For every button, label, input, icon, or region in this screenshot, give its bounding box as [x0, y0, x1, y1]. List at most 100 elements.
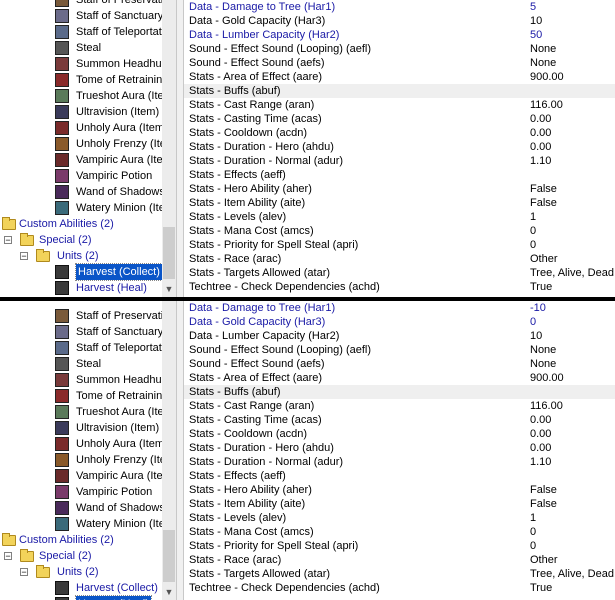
field-value[interactable]: 0: [530, 238, 536, 252]
tree-item[interactable]: Watery Minion (Item): [0, 200, 162, 216]
field-row[interactable]: Stats - Cast Range (aran) 116.00: [184, 399, 615, 413]
field-value[interactable]: None: [530, 357, 556, 371]
tree-folder-special[interactable]: − Special (2): [0, 232, 162, 248]
field-value[interactable]: 50: [530, 28, 542, 42]
field-value[interactable]: 1.10: [530, 154, 551, 168]
field-row[interactable]: Stats - Duration - Hero (ahdu) 0.00: [184, 441, 615, 455]
field-row[interactable]: Stats - Cooldown (acdn) 0.00: [184, 427, 615, 441]
scroll-down-icon[interactable]: ▼: [162, 281, 176, 297]
scroll-down-icon[interactable]: ▼: [162, 584, 176, 600]
field-value[interactable]: 0: [530, 315, 536, 329]
field-row[interactable]: Stats - Cooldown (acdn) 0.00: [184, 126, 615, 140]
tree-item[interactable]: Watery Minion (Item): [0, 516, 162, 532]
field-row[interactable]: Stats - Mana Cost (amcs) 0: [184, 224, 615, 238]
field-row[interactable]: Stats - Priority for Spell Steal (apri) 0: [184, 539, 615, 553]
field-value[interactable]: Other: [530, 553, 558, 567]
field-value[interactable]: 10: [530, 329, 542, 343]
tree-item-harvest-heal[interactable]: Harvest (Heal): [0, 595, 162, 600]
tree-item[interactable]: Trueshot Aura (Item): [0, 404, 162, 420]
tree-item[interactable]: Staff of Preservation: [0, 0, 162, 8]
tree-item[interactable]: Unholy Frenzy (Item): [0, 452, 162, 468]
field-row[interactable]: Sound - Effect Sound (Looping) (aefl) Non…: [184, 42, 615, 56]
tree-item[interactable]: Staff of Sanctuary: [0, 324, 162, 340]
field-row[interactable]: Stats - Targets Allowed (atar) Tree, Aliv…: [184, 567, 615, 581]
tree-item[interactable]: Wand of Shadowsight: [0, 500, 162, 516]
field-value[interactable]: 0.00: [530, 427, 551, 441]
field-value[interactable]: 10: [530, 14, 542, 28]
tree-scrollbar[interactable]: ▼: [162, 0, 176, 297]
field-row[interactable]: Sound - Effect Sound (Looping) (aefl) Non…: [184, 343, 615, 357]
tree-item[interactable]: Vampiric Aura (Item): [0, 468, 162, 484]
tree-folder-units[interactable]: − Units (2): [0, 248, 162, 264]
field-value[interactable]: 1: [530, 511, 536, 525]
field-value[interactable]: 0.00: [530, 140, 551, 154]
tree-item[interactable]: Summon Headhunter: [0, 372, 162, 388]
field-row[interactable]: Stats - Buffs (abuf): [184, 385, 615, 399]
field-row[interactable]: Stats - Race (arac) Other: [184, 252, 615, 266]
field-value[interactable]: True: [530, 581, 552, 595]
scroll-thumb[interactable]: [163, 530, 175, 582]
field-row[interactable]: Stats - Levels (alev) 1: [184, 210, 615, 224]
tree-item[interactable]: Staff of Sanctuary: [0, 8, 162, 24]
field-row[interactable]: Stats - Item Ability (aite) False: [184, 497, 615, 511]
tree-item[interactable]: Unholy Frenzy (Item): [0, 136, 162, 152]
field-row[interactable]: Stats - Levels (alev) 1: [184, 511, 615, 525]
tree-item[interactable]: Unholy Aura (Item): [0, 436, 162, 452]
tree-folder-custom-abilities[interactable]: Custom Abilities (2): [0, 532, 162, 548]
field-row[interactable]: Sound - Effect Sound (aefs) None: [184, 357, 615, 371]
field-row[interactable]: Data - Gold Capacity (Har3) 0: [184, 315, 615, 329]
field-row[interactable]: Sound - Effect Sound (aefs) None: [184, 56, 615, 70]
scroll-thumb[interactable]: [163, 227, 175, 279]
field-row[interactable]: Stats - Effects (aeff): [184, 469, 615, 483]
field-value[interactable]: 5: [530, 0, 536, 14]
object-tree[interactable]: Staff of Preservation Staff of Sanctuary S…: [0, 301, 162, 600]
field-row[interactable]: Stats - Effects (aeff): [184, 168, 615, 182]
field-row[interactable]: Stats - Area of Effect (aare) 900.00: [184, 70, 615, 84]
field-row[interactable]: Stats - Duration - Normal (adur) 1.10: [184, 154, 615, 168]
tree-item[interactable]: Staff of Teleportation: [0, 340, 162, 356]
pane-splitter[interactable]: [176, 301, 184, 600]
field-value[interactable]: 900.00: [530, 371, 564, 385]
field-row[interactable]: Stats - Buffs (abuf): [184, 84, 615, 98]
tree-folder-custom-abilities[interactable]: Custom Abilities (2): [0, 216, 162, 232]
field-value[interactable]: False: [530, 497, 557, 511]
field-row[interactable]: Data - Gold Capacity (Har3) 10: [184, 14, 615, 28]
field-value[interactable]: 0.00: [530, 413, 551, 427]
collapse-toggle-icon[interactable]: −: [20, 252, 28, 261]
field-row[interactable]: Stats - Duration - Normal (adur) 1.10: [184, 455, 615, 469]
field-value[interactable]: 1.10: [530, 455, 551, 469]
tree-folder-special[interactable]: − Special (2): [0, 548, 162, 564]
tree-item[interactable]: Trueshot Aura (Item): [0, 88, 162, 104]
field-value[interactable]: 0: [530, 224, 536, 238]
collapse-toggle-icon[interactable]: −: [4, 552, 12, 561]
tree-item-harvest-heal[interactable]: Harvest (Heal): [0, 280, 162, 296]
tree-item[interactable]: Tome of Retraining: [0, 72, 162, 88]
tree-item[interactable]: Staff of Teleportation: [0, 24, 162, 40]
collapse-toggle-icon[interactable]: −: [4, 236, 12, 245]
tree-item[interactable]: Staff of Preservation: [0, 308, 162, 324]
field-row[interactable]: Stats - Area of Effect (aare) 900.00: [184, 371, 615, 385]
field-value[interactable]: -10: [530, 301, 546, 315]
tree-item[interactable]: Vampiric Aura (Item): [0, 152, 162, 168]
tree-item[interactable]: Ultravision (Item): [0, 104, 162, 120]
field-row[interactable]: Stats - Cast Range (aran) 116.00: [184, 98, 615, 112]
tree-item[interactable]: Vampiric Potion: [0, 484, 162, 500]
tree-item[interactable]: Summon Headhunter: [0, 56, 162, 72]
field-row[interactable]: Techtree - Check Dependencies (achd) True: [184, 280, 615, 294]
tree-item[interactable]: Ultravision (Item): [0, 420, 162, 436]
tree-item[interactable]: Wand of Shadowsight: [0, 184, 162, 200]
field-row[interactable]: Data - Damage to Tree (Har1) -10: [184, 301, 615, 315]
field-value[interactable]: 1: [530, 210, 536, 224]
field-row[interactable]: Data - Lumber Capacity (Har2) 10: [184, 329, 615, 343]
field-row[interactable]: Stats - Race (arac) Other: [184, 553, 615, 567]
pane-splitter[interactable]: [176, 0, 184, 297]
field-row[interactable]: Stats - Hero Ability (aher) False: [184, 182, 615, 196]
field-row[interactable]: Data - Lumber Capacity (Har2) 50: [184, 28, 615, 42]
field-row[interactable]: Stats - Priority for Spell Steal (apri) 0: [184, 238, 615, 252]
field-value[interactable]: 0: [530, 539, 536, 553]
field-value[interactable]: 116.00: [530, 98, 563, 112]
field-row[interactable]: Techtree - Check Dependencies (achd) True: [184, 581, 615, 595]
field-value[interactable]: None: [530, 56, 556, 70]
field-row[interactable]: Stats - Duration - Hero (ahdu) 0.00: [184, 140, 615, 154]
field-value[interactable]: True: [530, 280, 552, 294]
